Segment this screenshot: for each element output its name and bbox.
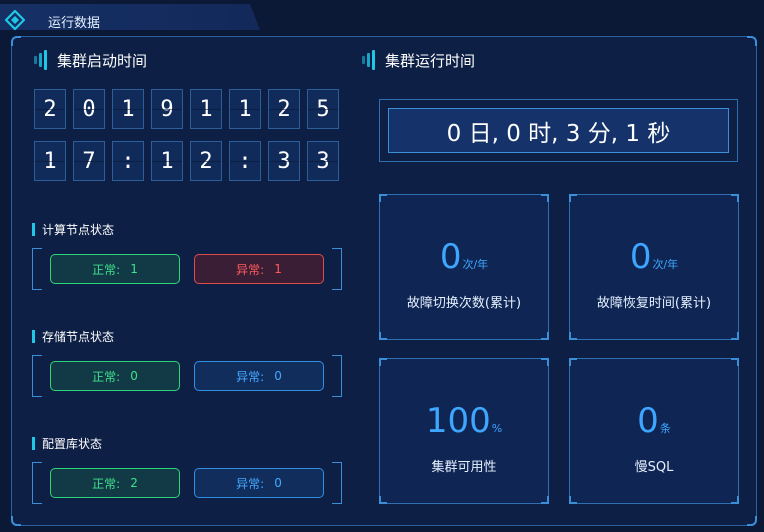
recovery-time-label: 故障恢复时间(累计) — [596, 296, 712, 311]
config-db-status-title: 配置库状态 — [42, 437, 103, 451]
config-abnormal-count: 0 — [274, 476, 282, 490]
failover-count-unit: 次/年 — [462, 258, 489, 271]
digit-cell: 2 — [34, 89, 66, 129]
storage-abnormal-count: 0 — [274, 369, 282, 383]
storage-node-status-title: 存储节点状态 — [42, 330, 115, 344]
compute-abnormal-badge[interactable]: 异常: 1 — [194, 254, 324, 284]
digit-cell: 1 — [151, 141, 183, 181]
digit-cell: 5 — [307, 89, 339, 129]
recovery-time-value: 0 — [629, 237, 652, 277]
config-db-status-header: 配置库状态 — [32, 435, 102, 452]
digit-cell: 2 — [190, 141, 222, 181]
recovery-time-unit: 次/年 — [652, 258, 679, 271]
digit-cell: 1 — [112, 89, 144, 129]
storage-normal-badge[interactable]: 正常: 0 — [50, 361, 180, 391]
compute-node-status-header: 计算节点状态 — [32, 221, 114, 238]
runtime-display: 0 日, 0 时, 3 分, 1 秒 — [379, 99, 738, 162]
signal-bars-icon — [34, 50, 47, 70]
digit-cell: 1 — [190, 89, 222, 129]
storage-abnormal-badge[interactable]: 异常: 0 — [194, 361, 324, 391]
start-time-digits: 1 7 : 1 2 : 3 3 — [34, 141, 339, 181]
tab-title: 运行数据 — [48, 16, 101, 31]
config-normal-count: 2 — [130, 476, 138, 490]
digit-cell: 2 — [268, 89, 300, 129]
compute-normal-count: 1 — [130, 262, 138, 276]
slow-sql-unit: 条 — [659, 422, 671, 435]
recovery-time-card[interactable]: 0次/年 故障恢复时间(累计) — [569, 194, 739, 340]
storage-normal-count: 0 — [130, 369, 138, 383]
availability-unit: % — [491, 422, 503, 435]
digit-cell: 7 — [73, 141, 105, 181]
start-time-header: 集群启动时间 — [34, 50, 147, 70]
compute-abnormal-count: 1 — [274, 262, 282, 276]
failover-count-label: 故障切换次数(累计) — [406, 296, 522, 311]
slow-sql-card[interactable]: 0条 慢SQL — [569, 358, 739, 504]
run-time-header: 集群运行时间 — [362, 50, 475, 70]
availability-value: 100 — [425, 401, 491, 441]
digit-cell: 1 — [229, 89, 261, 129]
start-time-title: 集群启动时间 — [57, 51, 148, 70]
compute-normal-badge[interactable]: 正常: 1 — [50, 254, 180, 284]
digit-cell: 9 — [151, 89, 183, 129]
compute-node-status-box: 正常: 1 异常: 1 — [32, 248, 342, 290]
availability-label: 集群可用性 — [431, 460, 497, 475]
digit-cell: 3 — [307, 141, 339, 181]
run-time-title: 集群运行时间 — [385, 51, 476, 70]
failover-count-value: 0 — [439, 237, 462, 277]
storage-node-status-box: 正常: 0 异常: 0 — [32, 355, 342, 397]
slow-sql-label: 慢SQL — [634, 460, 674, 475]
config-normal-badge[interactable]: 正常: 2 — [50, 468, 180, 498]
signal-bars-icon — [362, 50, 375, 70]
diamond-logo-icon — [5, 10, 25, 30]
digit-cell: 3 — [268, 141, 300, 181]
digit-cell: 0 — [73, 89, 105, 129]
digit-cell: : — [229, 141, 261, 181]
runtime-value: 0 日, 0 时, 3 分, 1 秒 — [388, 108, 729, 153]
failover-count-card[interactable]: 0次/年 故障切换次数(累计) — [379, 194, 549, 340]
section-tab[interactable]: 运行数据 — [0, 4, 260, 30]
compute-node-status-title: 计算节点状态 — [42, 223, 115, 237]
storage-node-status-header: 存储节点状态 — [32, 328, 114, 345]
start-date-digits: 2 0 1 9 1 1 2 5 — [34, 89, 339, 129]
digit-cell: 1 — [34, 141, 66, 181]
slow-sql-value: 0 — [637, 401, 659, 441]
availability-card[interactable]: 100% 集群可用性 — [379, 358, 549, 504]
config-abnormal-badge[interactable]: 异常: 0 — [194, 468, 324, 498]
config-db-status-box: 正常: 2 异常: 0 — [32, 462, 342, 504]
digit-cell: : — [112, 141, 144, 181]
runtime-dashboard: 运行数据 集群启动时间 2 0 1 9 1 1 2 5 1 7 : 1 2 : … — [0, 0, 764, 532]
